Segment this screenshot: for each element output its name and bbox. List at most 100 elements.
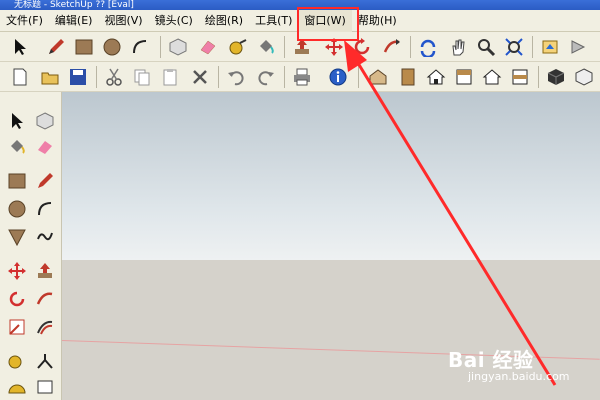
pan-button[interactable] [446,35,470,59]
paste-button[interactable] [158,65,182,89]
front-house-icon [426,69,446,85]
top-view-button[interactable] [396,65,420,89]
iso-view-button[interactable] [366,65,390,89]
menu-view[interactable]: 视图(V) [98,10,148,32]
eraser-icon [38,141,52,154]
left-arc-button[interactable] [32,196,58,222]
delete-x-icon [193,70,207,84]
xray-style-button[interactable] [544,65,568,89]
left-push-pull-button[interactable] [32,258,58,284]
left-dimension-button[interactable] [32,348,58,374]
printer-icon [294,68,310,86]
cube-style-icon [547,69,565,85]
follow-me-button[interactable] [380,35,404,59]
offset-icon [37,320,53,335]
select-tool-button[interactable] [8,35,32,59]
left-polygon-button[interactable] [4,224,30,250]
circle-icon [103,38,121,56]
left-component-button[interactable] [32,108,58,134]
undo-icon [228,71,244,86]
model-info-button[interactable] [326,65,350,89]
arc-icon [133,40,147,54]
open-file-button[interactable] [38,65,62,89]
left-pencil-button[interactable] [32,168,58,194]
left-paint-button[interactable] [4,134,30,160]
make-component-button[interactable] [166,35,190,59]
erase-delete-button[interactable] [188,65,212,89]
undo-button[interactable] [224,65,248,89]
menu-camera[interactable]: 镜头(C) [149,10,199,32]
left-follow-me-button[interactable] [32,286,58,312]
arc-icon [38,202,52,216]
rectangle-icon [8,173,26,189]
component-cube-icon [169,38,187,56]
left-freehand-button[interactable] [32,224,58,250]
right-view-button[interactable] [452,65,476,89]
left-circle-button[interactable] [4,196,30,222]
next-view-button[interactable] [566,35,590,59]
menu-draw[interactable]: 绘图(R) [199,10,249,32]
rotate-icon [9,291,25,307]
print-button[interactable] [290,65,314,89]
pencil-tool-button[interactable] [44,35,68,59]
redo-button[interactable] [254,65,278,89]
eraser-tool-button[interactable] [196,35,220,59]
arc-tool-button[interactable] [128,35,152,59]
iso-house-icon [369,69,387,85]
tape-measure-button[interactable] [226,35,250,59]
pencil-icon [49,39,64,54]
zoom-extents-button[interactable] [502,35,526,59]
open-folder-icon [41,72,59,85]
cut-button[interactable] [102,65,126,89]
copy-button[interactable] [130,65,154,89]
left-rectangle-button[interactable] [4,168,30,194]
rectangle-tool-button[interactable] [72,35,96,59]
left-rotate-button[interactable] [4,286,30,312]
paint-bucket-button[interactable] [254,35,278,59]
left-select-button[interactable] [4,108,30,134]
left-view-button[interactable] [508,65,532,89]
window-title: 无标题 - SketchUp ?? [Eval] [14,0,134,10]
left-eraser-button[interactable] [32,134,58,160]
back-view-button[interactable] [480,65,504,89]
previous-view-button[interactable] [538,35,562,59]
new-document-icon [13,68,27,86]
copy-icon [134,69,150,86]
menu-edit[interactable]: 编辑(E) [49,10,99,32]
cursor-arrow-icon [15,39,26,55]
text-label-icon [37,380,53,394]
front-view-button[interactable] [424,65,448,89]
scissors-icon [106,68,122,86]
new-file-button[interactable] [8,65,32,89]
rectangle-icon [75,39,93,55]
menu-help[interactable]: 帮助(H) [352,10,403,32]
baidu-watermark: Bai 经验 [448,348,534,372]
wireframe-style-button[interactable] [572,65,596,89]
orbit-button[interactable] [416,35,440,59]
menu-tools[interactable]: 工具(T) [249,10,298,32]
left-scale-button[interactable] [4,314,30,340]
move-arrows-icon [8,262,26,280]
left-view-icon [512,69,528,85]
protractor-icon [8,384,26,394]
follow-me-icon [36,292,53,305]
component-cube-icon [36,112,54,130]
left-offset-button[interactable] [32,314,58,340]
left-protractor-button[interactable] [4,374,30,400]
eraser-icon [200,40,216,55]
toolbar-left [0,92,62,400]
next-view-icon [571,40,586,54]
left-text-button[interactable] [32,374,58,400]
push-pull-icon [38,263,52,278]
watermark-url: jingyan.baidu.com [468,370,570,383]
scale-icon [9,319,25,335]
left-tape-button[interactable] [4,348,30,374]
left-move-button[interactable] [4,258,30,284]
menu-file[interactable]: 文件(F) [0,10,49,32]
right-view-icon [456,69,472,85]
zoom-button[interactable] [474,35,498,59]
circle-tool-button[interactable] [100,35,124,59]
hand-icon [452,39,465,56]
pencil-icon [38,173,53,188]
save-file-button[interactable] [66,65,90,89]
